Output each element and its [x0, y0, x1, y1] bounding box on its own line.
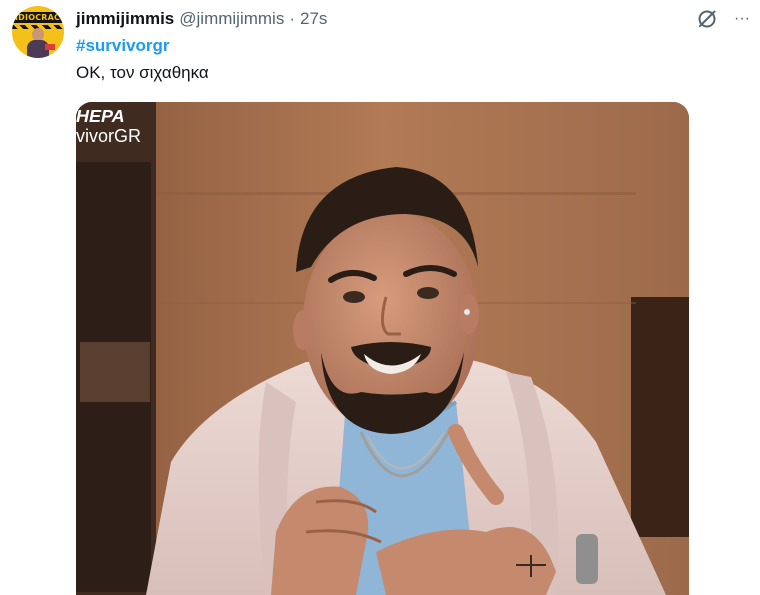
watermark-line-2: vivorGR	[76, 126, 142, 146]
tweet-text: ΟΚ, τον σιχαθηκα	[76, 63, 209, 82]
watermark-line-1: ΗΕΡΑ	[76, 106, 125, 126]
timestamp[interactable]: 27s	[300, 9, 327, 29]
avatar-person-tag	[45, 44, 55, 50]
avatar-banner-text: IDIOCRACY	[15, 13, 64, 22]
tweet[interactable]: IDIOCRACY jimmijimmis @jimmijimmis · 27s…	[0, 0, 760, 595]
hashtag-link[interactable]: #survivorgr	[76, 36, 170, 56]
display-name[interactable]: jimmijimmis	[76, 9, 174, 29]
separator-dot: ·	[289, 9, 296, 28]
user-handle[interactable]: @jimmijimmis	[179, 9, 284, 29]
tweet-media-image[interactable]: ΗΕΡΑ vivorGR	[76, 102, 689, 595]
tweet-header: jimmijimmis @jimmijimmis · 27s	[76, 8, 327, 30]
grok-icon[interactable]	[696, 8, 718, 30]
avatar[interactable]: IDIOCRACY	[12, 6, 64, 58]
photo-illustration	[76, 102, 689, 595]
more-options-icon[interactable]: ···	[730, 8, 754, 30]
